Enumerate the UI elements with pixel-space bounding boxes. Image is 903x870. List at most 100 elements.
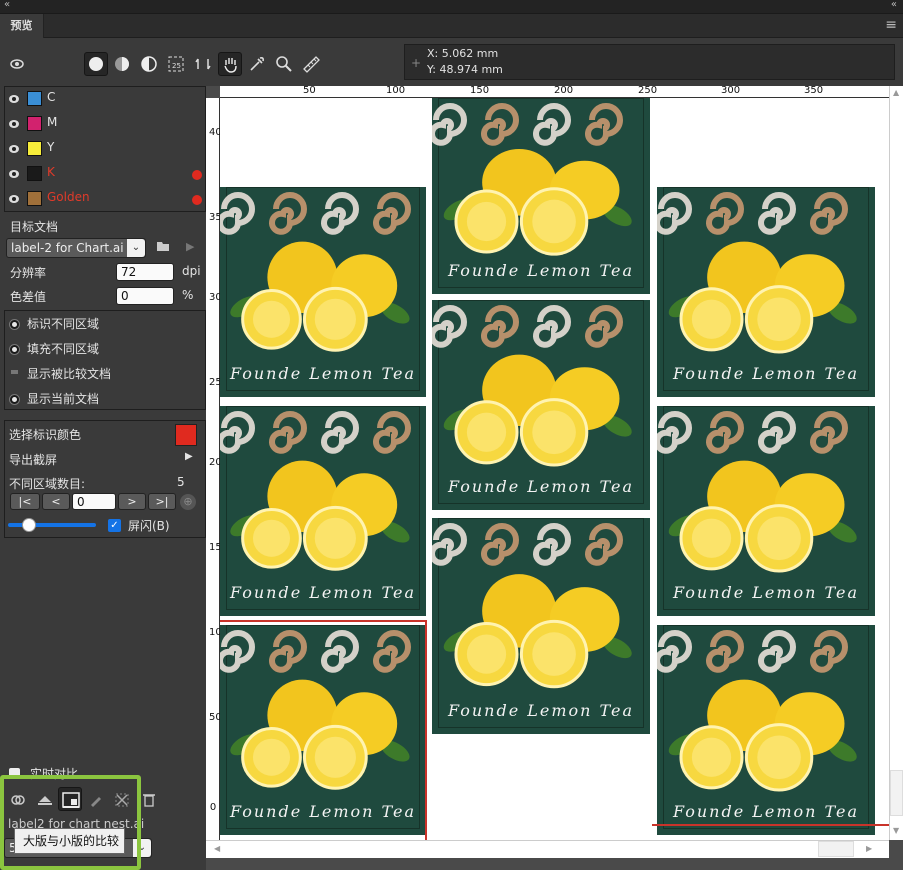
folder-icon[interactable]: [156, 240, 170, 255]
label-text: Founde Lemon Tea: [673, 364, 859, 383]
eye-icon[interactable]: [10, 58, 24, 72]
lemon-tea-label: Founde Lemon Tea: [432, 518, 650, 734]
circle-half-icon[interactable]: [110, 52, 134, 76]
channel-label: C: [47, 90, 56, 104]
diff-boundary: [652, 824, 889, 826]
scroll-left-icon[interactable]: ◀: [214, 844, 220, 853]
tolerance-input[interactable]: 0: [116, 287, 174, 305]
target-document-select[interactable]: label-2 for Chart.ai ⌄: [6, 238, 146, 258]
channel-label: Y: [47, 140, 55, 154]
vertical-scrollbar[interactable]: ▲ ▼: [889, 86, 903, 840]
ruler-icon[interactable]: [299, 52, 323, 76]
circle-fill-icon[interactable]: [84, 52, 108, 76]
eye-icon[interactable]: [8, 168, 20, 182]
scroll-up-icon[interactable]: ▲: [893, 88, 899, 97]
window-titlebar: « «: [0, 0, 903, 14]
scroll-right-icon[interactable]: ▶: [866, 844, 872, 853]
lemon-tea-label: Founde Lemon Tea: [432, 300, 650, 510]
lemon-tea-label: Founde Lemon Tea: [657, 406, 875, 616]
highlight-frame: [0, 775, 141, 870]
collapse-right-icon[interactable]: «: [891, 0, 897, 10]
channel-swatch: [27, 91, 42, 106]
swap-icon[interactable]: [191, 52, 215, 76]
tolerance-label: 色差值: [10, 290, 47, 304]
eyedropper-icon[interactable]: [245, 52, 269, 76]
play-icon[interactable]: ▶: [186, 240, 194, 253]
option-mark-diff[interactable]: 标识不同区域: [27, 315, 99, 332]
resolution-unit: dpi: [182, 264, 201, 278]
hand-icon[interactable]: [218, 52, 242, 76]
ruler-tick: 350: [209, 212, 229, 223]
lemon-tea-label: Founde Lemon Tea: [220, 187, 426, 397]
crosshair-icon: +: [411, 56, 422, 70]
channel-row-m[interactable]: M: [5, 112, 205, 137]
eye-icon[interactable]: [8, 143, 20, 157]
zoom-fit-icon[interactable]: 25: [164, 52, 188, 76]
lemon-tea-label: Founde Lemon Tea: [657, 187, 875, 397]
tolerance-unit: %: [182, 288, 194, 302]
radio-show-current[interactable]: [9, 394, 20, 405]
collapse-left-icon[interactable]: «: [4, 0, 10, 10]
circle-contrast-icon[interactable]: [137, 52, 161, 76]
horizontal-scrollbar[interactable]: ◀ ▶: [206, 840, 889, 858]
nav-last-button[interactable]: >|: [148, 493, 176, 510]
channel-label: K: [47, 165, 55, 179]
label-text: Founde Lemon Tea: [230, 802, 416, 821]
nav-next-button[interactable]: >: [118, 493, 146, 510]
channel-swatch: [27, 191, 42, 206]
tooltip: 大版与小版的比较: [14, 828, 125, 854]
resolution-input[interactable]: 72: [116, 263, 174, 281]
channel-row-golden[interactable]: Golden: [5, 187, 205, 212]
export-label: 导出截屏: [9, 453, 58, 467]
lemon-tea-label: Founde Lemon Tea: [432, 98, 650, 294]
option-show-current[interactable]: 显示当前文档: [27, 390, 99, 407]
coord-y: Y: 48.974 mm: [427, 63, 503, 76]
diff-count-label: 不同区域数目:: [9, 477, 86, 491]
radio-fill-diff[interactable]: [9, 344, 20, 355]
flash-checkbox[interactable]: ✓: [108, 519, 121, 532]
scroll-down-icon[interactable]: ▼: [893, 826, 899, 835]
eye-icon[interactable]: [8, 118, 20, 132]
svg-text:25: 25: [172, 62, 181, 70]
nav-prev-button[interactable]: <: [42, 493, 70, 510]
resolution-label: 分辨率: [10, 266, 47, 280]
document-artboard[interactable]: Founde Lemon Tea Founde Lemon Tea Founde L…: [220, 98, 889, 840]
panel-tabbar: 预览 ≡: [0, 14, 903, 38]
lemon-tea-label: Founde Lemon Tea: [220, 406, 426, 616]
section-title: 目标文档: [10, 220, 59, 234]
option-show-compared[interactable]: 显示被比较文档: [27, 365, 111, 382]
channel-swatch: [27, 116, 42, 131]
nav-index-input[interactable]: 0: [72, 493, 116, 510]
label-text: Founde Lemon Tea: [448, 701, 634, 720]
radio-mark-diff[interactable]: [9, 319, 20, 330]
option-fill-diff[interactable]: 填充不同区域: [27, 340, 99, 357]
channel-row-k[interactable]: K: [5, 162, 205, 187]
tab-preview[interactable]: 预览: [0, 14, 44, 38]
nav-first-button[interactable]: |<: [10, 493, 40, 510]
label-text: Founde Lemon Tea: [230, 364, 416, 383]
ruler-tick: 200: [209, 457, 229, 468]
preview-canvas[interactable]: 50 100 150 200 250 300 350 400 350 300 2…: [206, 85, 903, 870]
add-icon[interactable]: ⊕: [180, 494, 196, 510]
coordinate-readout: + X: 5.062 mm Y: 48.974 mm: [404, 44, 895, 80]
left-panel: C M Y K Golden 目标文档 label-2 for Chart.ai…: [0, 86, 206, 870]
label-text: Founde Lemon Tea: [448, 477, 634, 496]
eye-icon[interactable]: [8, 93, 20, 107]
scroll-thumb[interactable]: [890, 770, 903, 816]
ruler-tick: 100: [209, 627, 229, 638]
slider-handle[interactable]: [22, 518, 36, 532]
diff-marker-icon: [192, 170, 202, 180]
mark-color-swatch[interactable]: [175, 424, 197, 446]
trash-icon[interactable]: [142, 792, 156, 811]
play-icon[interactable]: ▶: [185, 451, 193, 462]
ruler-tick: 250: [209, 377, 229, 388]
magnifier-icon[interactable]: [272, 52, 296, 76]
ruler-tick: 150: [209, 542, 229, 553]
channel-row-c[interactable]: C: [5, 87, 205, 112]
ruler-tick: 300: [721, 85, 741, 96]
hamburger-icon[interactable]: ≡: [885, 17, 897, 33]
channel-row-y[interactable]: Y: [5, 137, 205, 162]
eye-icon[interactable]: [8, 193, 20, 207]
ruler-tick: 50: [303, 85, 316, 96]
scroll-thumb[interactable]: [818, 841, 854, 857]
